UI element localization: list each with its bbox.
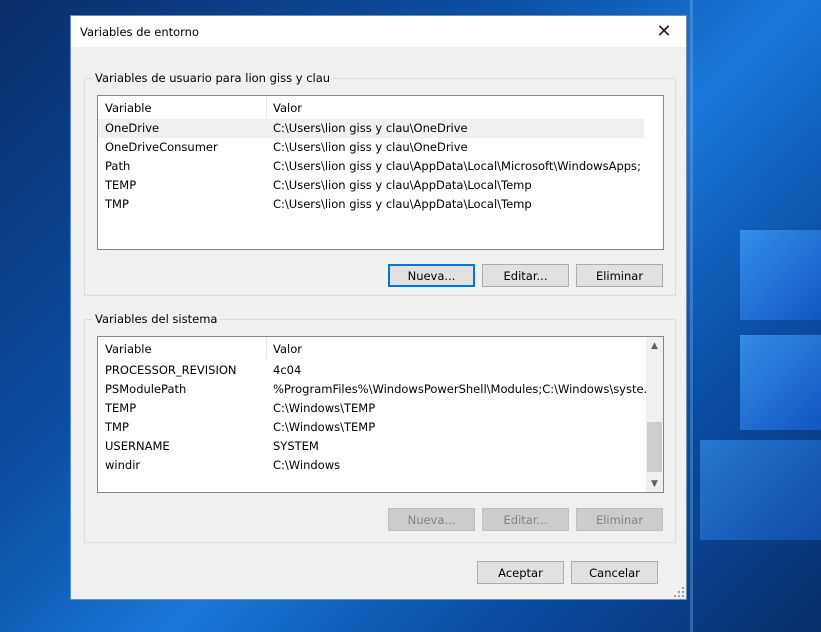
variable-value-cell: C:\Windows: [273, 458, 341, 472]
scroll-thumb[interactable]: [647, 422, 662, 472]
table-row[interactable]: OneDriveConsumer C:\Users\lion giss y cla…: [98, 138, 644, 157]
variable-value-cell: SYSTEM: [273, 439, 319, 453]
scroll-up-arrow-icon[interactable]: ▲: [646, 337, 663, 354]
user-delete-button[interactable]: Eliminar: [576, 264, 663, 287]
light-beam: [690, 0, 693, 632]
user-variables-group: Variables de usuario para lion giss y cl…: [84, 71, 676, 296]
scroll-down-arrow-icon[interactable]: ▼: [646, 475, 663, 492]
system-new-button[interactable]: Nueva...: [388, 508, 475, 531]
user-new-button[interactable]: Nueva...: [388, 264, 475, 287]
variable-value-cell: 4c04: [273, 363, 302, 377]
windows-logo-pane: [740, 230, 821, 320]
cancel-button[interactable]: Cancelar: [571, 561, 658, 584]
table-row[interactable]: TMP C:\Windows\TEMP: [98, 418, 644, 437]
windows-logo-pane: [740, 335, 821, 430]
table-row[interactable]: PROCESSOR_REVISION 4c04: [98, 361, 644, 380]
title-bar[interactable]: Variables de entorno ✕: [71, 16, 686, 47]
variable-value-cell: C:\Users\lion giss y clau\AppData\Local\…: [273, 159, 641, 173]
variable-name-cell: TEMP: [105, 401, 137, 415]
variable-name-cell: OneDrive: [105, 121, 160, 135]
user-variables-list[interactable]: Variable Valor OneDrive C:\Users\lion gis…: [97, 95, 664, 250]
resize-grip-icon[interactable]: [674, 587, 684, 597]
close-icon: ✕: [656, 21, 672, 42]
system-variables-legend: Variables del sistema: [92, 312, 221, 326]
windows-logo-pane: [700, 440, 821, 540]
table-row[interactable]: PSModulePath %ProgramFiles%\WindowsPowerS…: [98, 380, 655, 399]
user-edit-button[interactable]: Editar...: [482, 264, 569, 287]
variable-name-cell: PSModulePath: [105, 382, 187, 396]
variable-value-cell: C:\Users\lion giss y clau\AppData\Local\…: [273, 197, 532, 211]
variable-value-cell: C:\Users\lion giss y clau\OneDrive: [273, 121, 468, 135]
variable-value-cell: C:\Windows\TEMP: [273, 401, 376, 415]
table-row[interactable]: USERNAME SYSTEM: [98, 437, 644, 456]
list-header: Variable Valor: [98, 337, 663, 359]
variable-name-cell: TEMP: [105, 178, 137, 192]
close-button[interactable]: ✕: [642, 16, 686, 47]
window-title: Variables de entorno: [80, 25, 199, 39]
column-header-variable[interactable]: Variable: [105, 342, 152, 356]
system-variables-list[interactable]: Variable Valor PROCESSOR_REVISION 4c04 PSM…: [97, 336, 664, 493]
column-header-value[interactable]: Valor: [273, 101, 302, 115]
table-row[interactable]: TEMP C:\Users\lion giss y clau\AppData\Lo…: [98, 176, 644, 195]
vertical-scrollbar[interactable]: ▲ ▼: [646, 337, 663, 492]
column-header-variable[interactable]: Variable: [105, 101, 152, 115]
column-header-value[interactable]: Valor: [273, 342, 302, 356]
table-row[interactable]: OneDrive C:\Users\lion giss y clau\OneDri…: [98, 119, 644, 138]
table-row[interactable]: windir C:\Windows: [98, 456, 644, 475]
variable-name-cell: windir: [105, 458, 141, 472]
variable-value-cell: C:\Windows\TEMP: [273, 420, 376, 434]
column-divider[interactable]: [266, 337, 267, 359]
table-row[interactable]: TMP C:\Users\lion giss y clau\AppData\Loc…: [98, 195, 644, 214]
environment-variables-dialog: Variables de entorno ✕ Variables de usua…: [70, 15, 687, 600]
system-variables-group: Variables del sistema Variable Valor PRO…: [84, 312, 676, 543]
system-delete-button[interactable]: Eliminar: [576, 508, 663, 531]
list-header: Variable Valor: [98, 96, 663, 118]
table-row[interactable]: Path C:\Users\lion giss y clau\AppData\Lo…: [98, 157, 644, 176]
variable-value-cell: C:\Users\lion giss y clau\OneDrive: [273, 140, 468, 154]
column-divider[interactable]: [266, 96, 267, 118]
system-edit-button[interactable]: Editar...: [482, 508, 569, 531]
variable-name-cell: USERNAME: [105, 439, 170, 453]
variable-name-cell: OneDriveConsumer: [105, 140, 218, 154]
variable-name-cell: Path: [105, 159, 131, 173]
variable-name-cell: PROCESSOR_REVISION: [105, 363, 237, 377]
user-variables-legend: Variables de usuario para lion giss y cl…: [92, 71, 334, 85]
variable-value-cell: %ProgramFiles%\WindowsPowerShell\Modules…: [273, 382, 655, 396]
table-row[interactable]: TEMP C:\Windows\TEMP: [98, 399, 644, 418]
variable-value-cell: C:\Users\lion giss y clau\AppData\Local\…: [273, 178, 532, 192]
variable-name-cell: TMP: [105, 420, 129, 434]
ok-button[interactable]: Aceptar: [477, 561, 564, 584]
variable-name-cell: TMP: [105, 197, 129, 211]
